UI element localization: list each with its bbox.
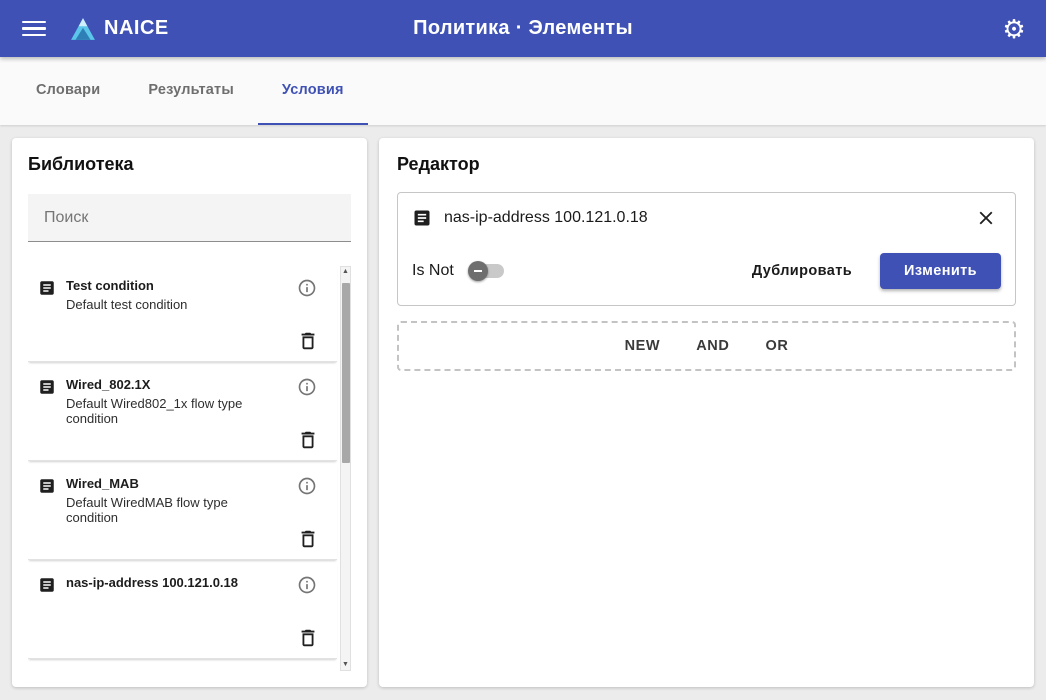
brand: NAICE xyxy=(70,16,169,42)
scroll-up-icon[interactable]: ▲ xyxy=(342,267,349,277)
toggle-thumb xyxy=(468,261,488,281)
document-icon xyxy=(38,279,56,297)
library-panel: Библиотека Test condition Default test c… xyxy=(12,138,367,687)
main-content: Библиотека Test condition Default test c… xyxy=(0,125,1046,700)
tab-bar: Словари Результаты Условия xyxy=(0,57,1046,125)
app-bar: NAICE Политика · Элементы ⚙ xyxy=(0,0,1046,57)
list-item-wired-mab[interactable]: Wired_MAB Default WiredMAB flow type con… xyxy=(28,464,337,560)
close-icon[interactable] xyxy=(975,205,1001,231)
tab-conditions[interactable]: Условия xyxy=(258,57,368,125)
is-not-label: Is Not xyxy=(412,262,454,280)
info-icon[interactable] xyxy=(297,574,319,596)
info-icon[interactable] xyxy=(297,277,319,299)
scroll-down-icon[interactable]: ▼ xyxy=(342,660,349,670)
info-icon[interactable] xyxy=(297,475,319,497)
condition-name: nas-ip-address 100.121.0.18 xyxy=(66,575,293,590)
editor-panel: Редактор nas-ip-address 100.121.0.18 Is … xyxy=(379,138,1034,687)
condition-description: Default test condition xyxy=(66,297,276,312)
document-icon xyxy=(38,378,56,396)
delete-icon[interactable] xyxy=(297,527,321,551)
condition-name: Wired_MAB xyxy=(66,476,293,491)
tab-results[interactable]: Результаты xyxy=(124,57,258,125)
edit-button[interactable]: Изменить xyxy=(880,253,1001,289)
condition-description: Default Wired802_1x flow type condition xyxy=(66,396,276,426)
delete-icon[interactable] xyxy=(297,428,321,452)
list-item-nas-ip-address[interactable]: nas-ip-address 100.121.0.18 xyxy=(28,563,337,659)
brand-name: NAICE xyxy=(104,17,169,40)
delete-icon[interactable] xyxy=(297,329,321,353)
condition-list: Test condition Default test condition Wi… xyxy=(28,266,351,671)
and-button[interactable]: AND xyxy=(684,330,741,362)
menu-icon[interactable] xyxy=(22,17,46,41)
is-not-toggle[interactable] xyxy=(468,261,506,281)
document-icon xyxy=(38,477,56,495)
new-button[interactable]: NEW xyxy=(613,330,673,362)
delete-icon[interactable] xyxy=(297,626,321,650)
scrollbar[interactable]: ▲ ▼ xyxy=(340,266,351,671)
document-icon xyxy=(38,576,56,594)
list-item-wired-8021x[interactable]: Wired_802.1X Default Wired802_1x flow ty… xyxy=(28,365,337,461)
settings-gear-icon[interactable]: ⚙ xyxy=(998,13,1030,45)
info-icon[interactable] xyxy=(297,376,319,398)
naice-logo-icon xyxy=(70,16,96,42)
selected-condition-card: nas-ip-address 100.121.0.18 Is Not Дубли… xyxy=(397,192,1016,306)
condition-name: Test condition xyxy=(66,278,293,293)
duplicate-button[interactable]: Дублировать xyxy=(740,253,864,289)
add-condition-dropzone: NEW AND OR xyxy=(397,321,1016,371)
list-item-test-condition[interactable]: Test condition Default test condition xyxy=(28,266,337,362)
scrollbar-thumb[interactable] xyxy=(342,283,350,463)
search-input[interactable] xyxy=(28,194,351,242)
condition-name: Wired_802.1X xyxy=(66,377,293,392)
tab-dictionaries[interactable]: Словари xyxy=(12,57,124,125)
library-title: Библиотека xyxy=(28,154,351,175)
condition-description: Default WiredMAB flow type condition xyxy=(66,495,276,525)
or-button[interactable]: OR xyxy=(753,330,800,362)
document-icon xyxy=(412,208,432,228)
selected-condition-name: nas-ip-address 100.121.0.18 xyxy=(444,209,648,227)
editor-title: Редактор xyxy=(397,154,1016,175)
